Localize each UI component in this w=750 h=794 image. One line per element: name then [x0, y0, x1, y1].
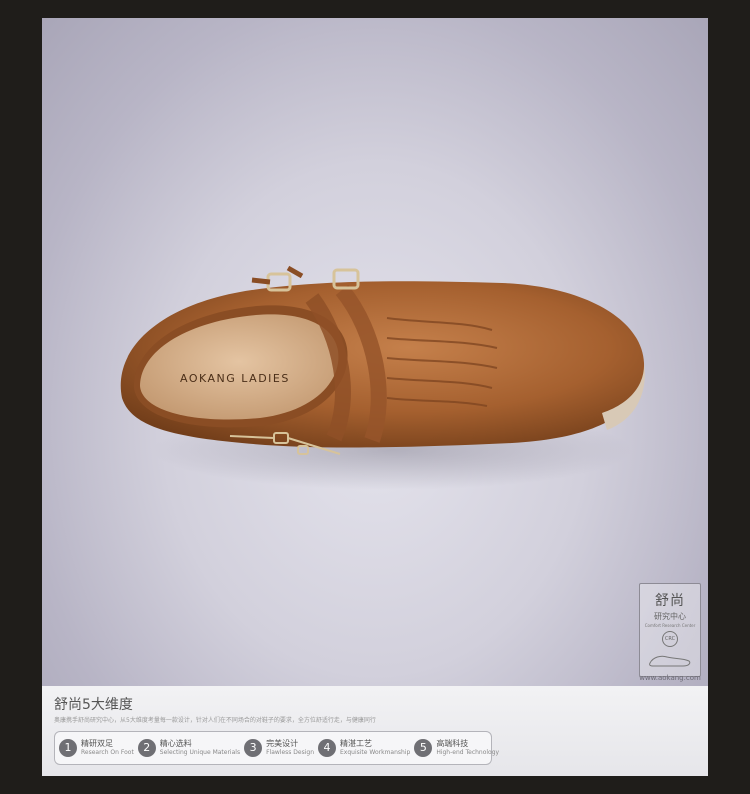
- feature-number: 5: [414, 739, 433, 757]
- feature-label-cn: 高端科技: [436, 739, 469, 748]
- badge-tiny-text: Comfort Research Center: [644, 623, 696, 628]
- feature-item-1: 1 精研双足 Research On Foot: [59, 739, 134, 757]
- five-dimensions-panel: 舒尚5大维度 奥康携手舒尚研究中心，从5大维度考量每一款设计，针对人们在不同场合…: [42, 686, 708, 776]
- feature-number: 4: [318, 739, 337, 757]
- feature-label-en: Selecting Unique Materials: [159, 749, 241, 756]
- site-url: www.aokang.com: [639, 674, 701, 682]
- section-title: 舒尚5大维度: [54, 697, 133, 713]
- badge-title: 舒尚: [655, 593, 685, 609]
- feature-label-en: Research On Foot: [81, 749, 134, 756]
- insole-brand: AOKANG LADIES: [180, 372, 290, 385]
- feature-item-4: 4 精湛工艺 Exquisite Workmanship: [318, 739, 410, 757]
- feature-label-cn: 精研双足: [81, 739, 113, 748]
- feature-item-2: 2 精心选料 Selecting Unique Materials: [137, 739, 241, 757]
- badge-circle: CRC: [662, 631, 678, 647]
- feature-number: 3: [244, 739, 263, 757]
- product-frame: AOKANG LADIES 舒尚 研究中心 Comfort Research C…: [42, 18, 708, 776]
- product-photo: AOKANG LADIES 舒尚 研究中心 Comfort Research C…: [42, 18, 708, 686]
- badge-subtitle: 研究中心: [654, 612, 686, 621]
- shoe-image: AOKANG LADIES: [120, 265, 645, 490]
- feature-list: 1 精研双足 Research On Foot 2 精心选料 Selecting…: [54, 731, 499, 765]
- shoe-outline-icon: [649, 655, 691, 667]
- feature-number: 2: [137, 739, 156, 757]
- feature-label-en: High-end Technology: [436, 749, 500, 756]
- comfort-center-badge: 舒尚 研究中心 Comfort Research Center CRC: [639, 583, 701, 677]
- feature-label-en: Exquisite Workmanship: [340, 749, 411, 756]
- section-description: 奥康携手舒尚研究中心，从5大维度考量每一款设计，针对人们在不同场合的对鞋子的要求…: [54, 717, 376, 724]
- feature-item-3: 3 完美设计 Flawless Design: [244, 739, 314, 757]
- feature-label-cn: 精心选料: [159, 739, 192, 748]
- feature-item-5: 5 高端科技 High-end Technology: [414, 739, 499, 757]
- feature-number: 1: [59, 739, 77, 757]
- feature-label-cn: 完美设计: [266, 739, 299, 748]
- feature-label-en: Flawless Design: [266, 749, 315, 756]
- feature-label-cn: 精湛工艺: [340, 739, 373, 748]
